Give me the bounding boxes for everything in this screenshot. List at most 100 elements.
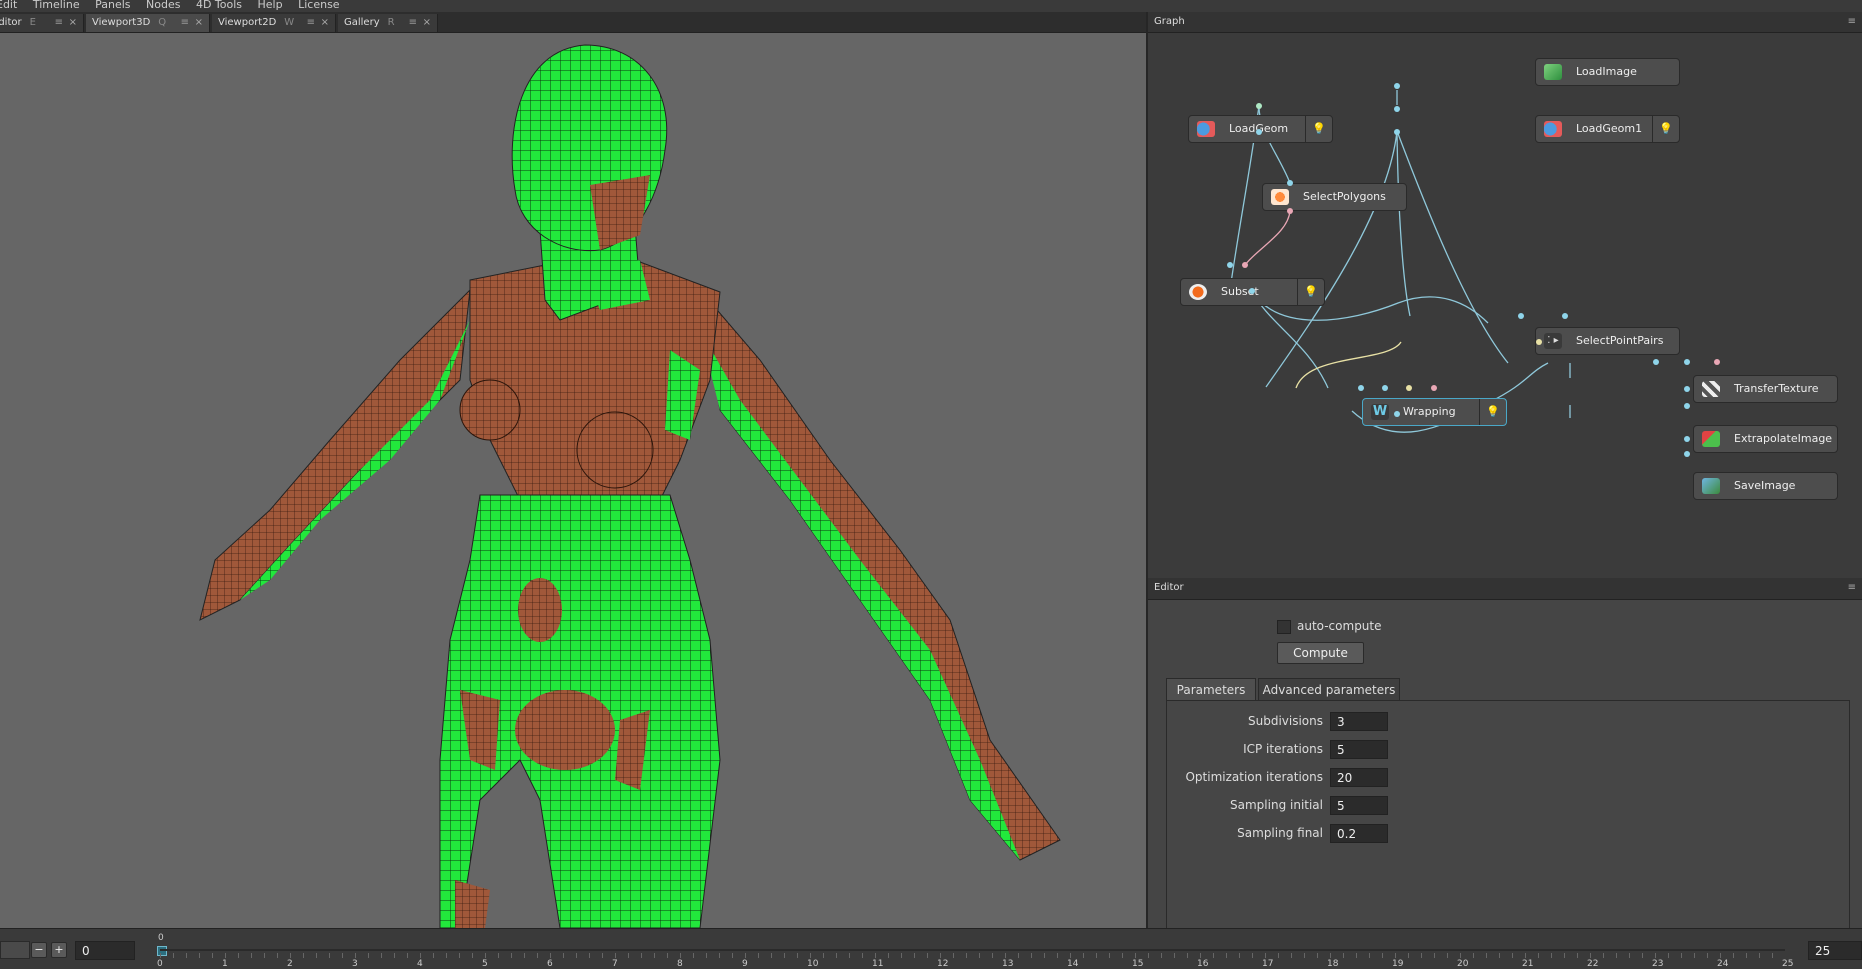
node-wrapping[interactable]: W Wrapping 💡 [1362, 398, 1507, 426]
save-image-icon [1702, 478, 1720, 494]
tab-menu-icon[interactable]: ≡ [55, 14, 63, 32]
close-icon[interactable]: × [195, 14, 203, 32]
input-port[interactable] [1406, 385, 1412, 391]
subdivisions-field[interactable]: 3 [1330, 712, 1388, 731]
menu-bar: Edit Timeline Panels Nodes 4D Tools Help… [0, 0, 1862, 12]
viewport-3d[interactable] [0, 33, 1146, 928]
tab-gallery[interactable]: Gallery R ≡ × [338, 14, 438, 32]
node-select-polygons[interactable]: SelectPolygons [1262, 183, 1407, 211]
input-port[interactable] [1518, 313, 1524, 319]
tab-viewport2d[interactable]: Viewport2D W ≡ × [212, 14, 336, 32]
input-port[interactable] [1684, 451, 1690, 457]
input-port[interactable] [1394, 106, 1400, 112]
param-label-sampling-initial: Sampling initial [1230, 798, 1323, 812]
node-label: LoadImage [1576, 65, 1637, 78]
panel-menu-icon[interactable]: ≡ [1848, 12, 1856, 32]
node-graph[interactable]: LoadImage LoadGeom 💡 LoadGeom1 💡 SelectP… [1148, 33, 1862, 578]
param-label-subdivisions: Subdivisions [1247, 714, 1323, 728]
input-port[interactable] [1358, 385, 1364, 391]
input-port[interactable] [1684, 359, 1690, 365]
end-frame-field[interactable]: 25 [1808, 941, 1862, 960]
tab-label: Viewport2D [218, 17, 277, 28]
input-port[interactable] [1562, 313, 1568, 319]
close-icon[interactable]: × [69, 14, 77, 32]
bulb-icon[interactable]: 💡 [1652, 116, 1679, 142]
tab-menu-icon[interactable]: ≡ [181, 14, 189, 32]
menu-panels[interactable]: Panels [95, 0, 130, 10]
viewport-tab-bar: Editor E ≡ × Viewport3D Q ≡ × Viewport2D W ≡ ×… [0, 12, 1146, 33]
bulb-icon[interactable]: 💡 [1305, 116, 1332, 142]
tab-shortcut: W [284, 17, 295, 28]
frame-increment-button[interactable]: + [51, 942, 67, 958]
node-label: SaveImage [1734, 479, 1796, 492]
input-port[interactable] [1382, 385, 1388, 391]
editor-panel: auto-compute Compute Parameters Advanced… [1148, 600, 1862, 930]
tab-advanced-parameters[interactable]: Advanced parameters [1258, 678, 1400, 700]
output-port[interactable] [1394, 129, 1400, 135]
input-port[interactable] [1684, 403, 1690, 409]
current-frame-field[interactable]: 0 [75, 941, 135, 960]
frame-decrement-button[interactable]: − [31, 942, 47, 958]
input-port[interactable] [1227, 262, 1233, 268]
output-port[interactable] [1249, 288, 1255, 294]
optimization-iterations-field[interactable]: 20 [1330, 768, 1388, 787]
input-port[interactable] [1431, 385, 1437, 391]
output-port[interactable] [1684, 386, 1690, 392]
close-icon[interactable]: × [423, 14, 431, 32]
menu-help[interactable]: Help [258, 0, 283, 10]
subset-icon [1189, 284, 1207, 300]
node-label: SelectPointPairs [1576, 334, 1664, 347]
geometry-icon [1544, 121, 1562, 137]
timeline-ticks [160, 953, 1785, 958]
tab-shortcut: R [387, 17, 395, 28]
bulb-icon[interactable]: 💡 [1479, 399, 1506, 425]
output-port[interactable] [1536, 339, 1542, 345]
tab-editor[interactable]: Editor E ≡ × [0, 14, 84, 32]
node-load-geom1[interactable]: LoadGeom1 💡 [1535, 115, 1680, 143]
node-extrapolate-image[interactable]: ExtrapolateImage [1693, 425, 1838, 453]
graph-panel-header: Graph ≡ [1148, 12, 1862, 33]
input-port[interactable] [1242, 262, 1248, 268]
panel-menu-icon[interactable]: ≡ [1848, 578, 1856, 598]
menu-timeline[interactable]: Timeline [33, 0, 80, 10]
node-load-image[interactable]: LoadImage [1535, 58, 1680, 86]
wrap-icon: W [1371, 404, 1389, 420]
node-select-point-pairs[interactable]: ⁚ ▸ SelectPointPairs [1535, 327, 1680, 355]
input-port[interactable] [1287, 180, 1293, 186]
image-icon [1544, 64, 1562, 80]
icp-iterations-field[interactable]: 5 [1330, 740, 1388, 759]
output-port[interactable] [1287, 208, 1293, 214]
tab-shortcut: E [29, 17, 36, 28]
compute-button[interactable]: Compute [1277, 642, 1364, 664]
output-port[interactable] [1684, 436, 1690, 442]
sampling-initial-field[interactable]: 5 [1330, 796, 1388, 815]
node-label: Wrapping [1403, 405, 1456, 418]
output-port[interactable] [1256, 129, 1262, 135]
tab-menu-icon[interactable]: ≡ [307, 14, 315, 32]
param-label-icp-iterations: ICP iterations [1243, 742, 1323, 756]
output-port[interactable] [1256, 103, 1262, 109]
node-label: ExtrapolateImage [1734, 432, 1833, 445]
tab-label: Editor [0, 17, 22, 28]
menu-4d-tools[interactable]: 4D Tools [196, 0, 242, 10]
node-save-image[interactable]: SaveImage [1693, 472, 1838, 500]
menu-nodes[interactable]: Nodes [146, 0, 180, 10]
auto-compute-checkbox[interactable] [1277, 620, 1291, 634]
bulb-icon[interactable]: 💡 [1297, 279, 1324, 305]
timeline-track[interactable] [160, 949, 1785, 951]
node-transfer-texture[interactable]: TransferTexture [1693, 375, 1838, 403]
output-port[interactable] [1394, 83, 1400, 89]
tab-menu-icon[interactable]: ≡ [409, 14, 417, 32]
menu-license[interactable]: License [298, 0, 339, 10]
tab-label: Viewport3D [92, 17, 151, 28]
sampling-final-field[interactable]: 0.2 [1330, 824, 1388, 843]
timeline-left-field[interactable] [0, 941, 30, 959]
close-icon[interactable]: × [321, 14, 329, 32]
input-port[interactable] [1653, 359, 1659, 365]
tab-viewport3d[interactable]: Viewport3D Q ≡ × [86, 14, 210, 32]
geometry-icon [1197, 121, 1215, 137]
output-port[interactable] [1394, 411, 1400, 417]
menu-edit[interactable]: Edit [0, 0, 17, 10]
input-port[interactable] [1714, 359, 1720, 365]
tab-parameters[interactable]: Parameters [1166, 678, 1256, 700]
